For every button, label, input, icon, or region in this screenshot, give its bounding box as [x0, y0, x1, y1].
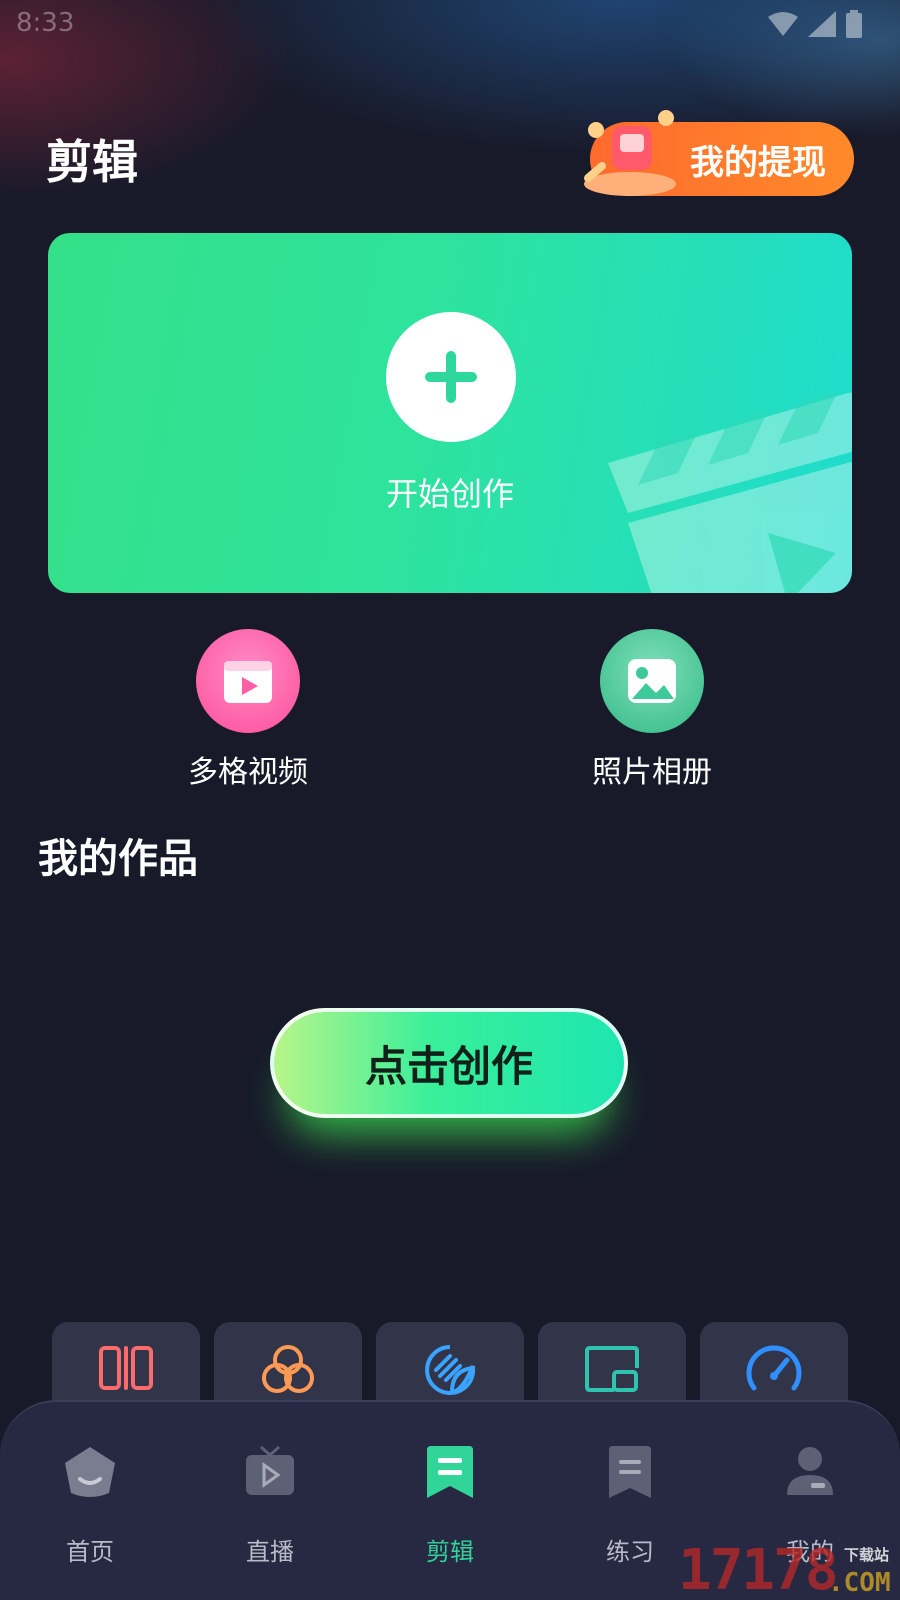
nav-item-practice[interactable]: 练习	[570, 1442, 690, 1567]
filter-icon	[262, 1345, 314, 1393]
my-works-title: 我的作品	[38, 836, 198, 882]
withdraw-label: 我的提现	[690, 142, 826, 183]
nav-label-live: 直播	[246, 1538, 294, 1566]
photo-album-icon	[600, 629, 704, 733]
photo-album-button[interactable]: 照片相册	[552, 629, 752, 791]
watermark-site: 下载站	[844, 1546, 890, 1564]
page-title: 剪辑	[46, 135, 138, 189]
multi-grid-video-label: 多格视频	[188, 755, 308, 790]
plus-icon	[425, 351, 477, 403]
nav-label-edit: 剪辑	[426, 1538, 474, 1566]
status-bar: 8:33	[0, 0, 900, 50]
watermark-suffix: .COM	[828, 1568, 891, 1598]
add-button[interactable]	[386, 312, 516, 442]
multi-grid-video-button[interactable]: 多格视频	[148, 629, 348, 791]
nav-item-live[interactable]: 直播	[210, 1442, 330, 1567]
film-play-icon	[196, 629, 300, 733]
picture-in-picture-icon	[585, 1346, 639, 1392]
photo-album-label: 照片相册	[592, 755, 712, 790]
site-watermark: 17178 .COM 下载站	[678, 1538, 898, 1600]
status-time: 8:33	[16, 8, 75, 38]
sticker-icon	[425, 1345, 475, 1395]
profile-icon	[780, 1442, 840, 1502]
mascot-icon	[584, 110, 676, 196]
split-icon	[99, 1346, 153, 1390]
nav-item-edit[interactable]: 剪辑	[390, 1442, 510, 1567]
speed-icon	[746, 1345, 802, 1391]
nav-item-home[interactable]: 首页	[30, 1442, 150, 1567]
home-icon	[60, 1442, 120, 1502]
signal-icon	[808, 11, 836, 41]
start-create-label: 开始创作	[385, 475, 514, 513]
battery-icon	[846, 10, 862, 42]
practice-icon	[600, 1442, 660, 1502]
edit-icon	[420, 1442, 480, 1502]
click-create-label: 点击创作	[364, 1041, 533, 1091]
click-create-button[interactable]: 点击创作	[270, 1008, 628, 1118]
status-icons	[768, 10, 862, 42]
watermark-number: 17178	[678, 1538, 839, 1600]
wifi-icon	[768, 11, 798, 41]
start-create-card[interactable]: 开始创作	[48, 233, 852, 593]
live-tv-icon	[240, 1442, 300, 1502]
nav-label-home: 首页	[66, 1538, 114, 1566]
nav-label-practice: 练习	[606, 1538, 654, 1566]
